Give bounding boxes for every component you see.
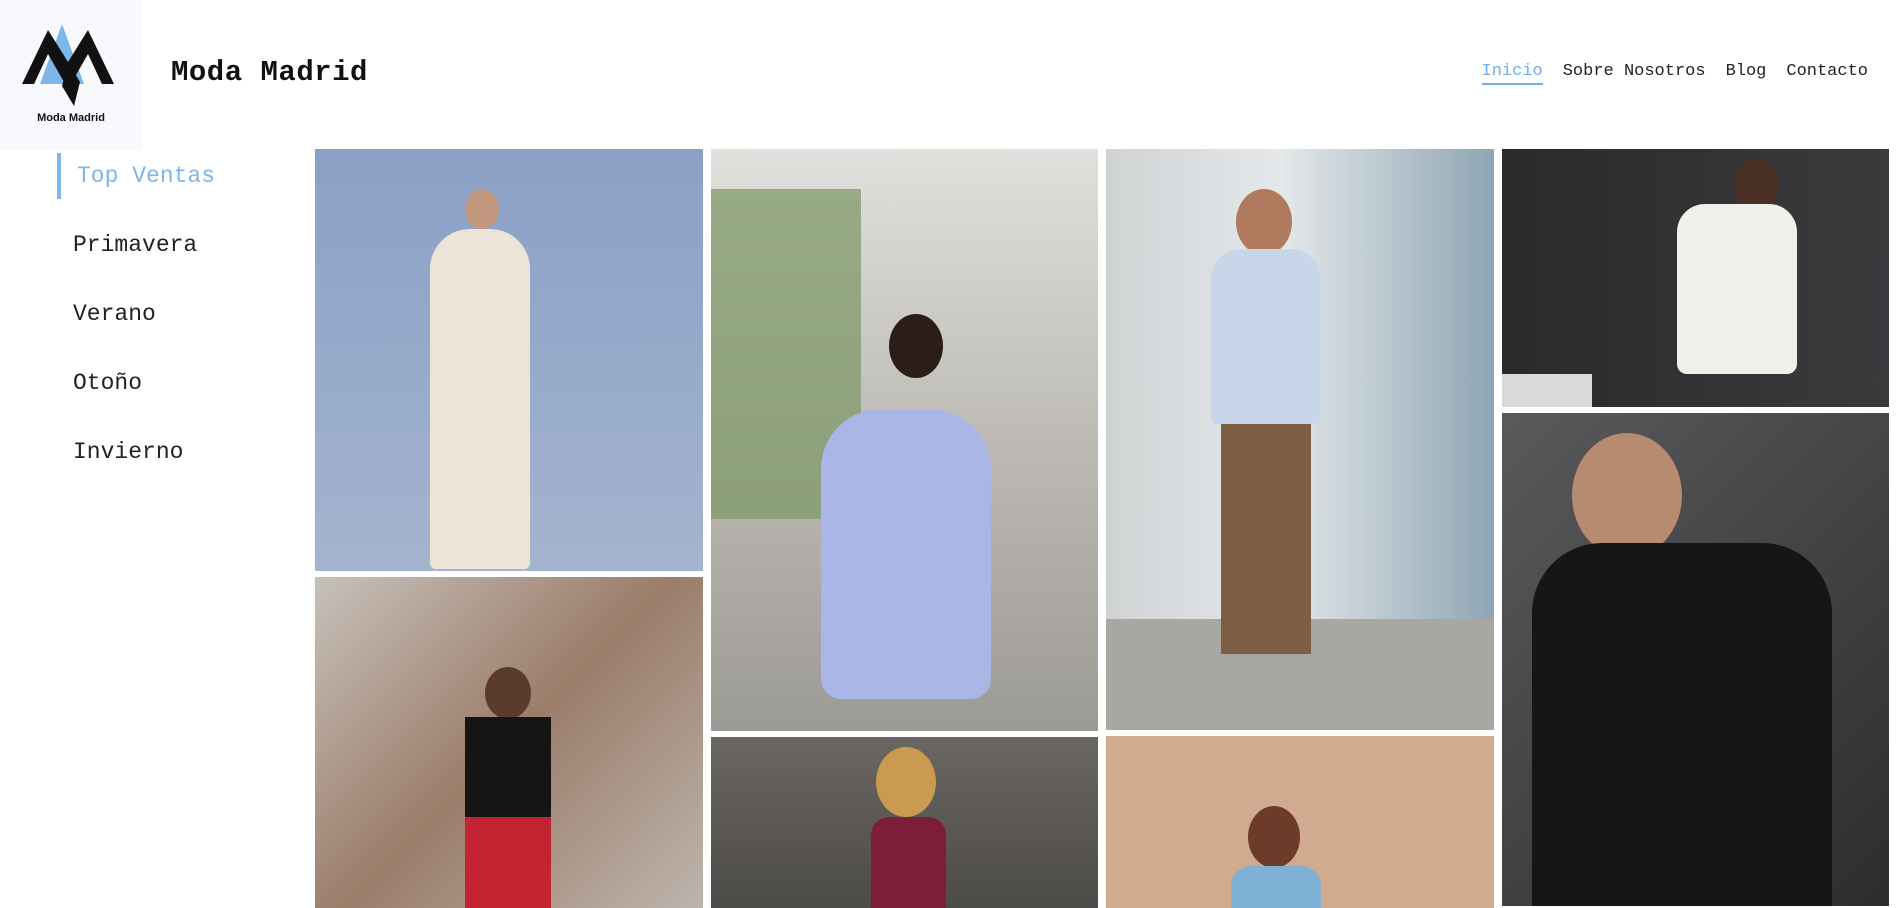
nav-link-contacto[interactable]: Contacto — [1786, 62, 1868, 85]
sidebar-item-primavera[interactable]: Primavera — [57, 222, 287, 268]
nav-link-blog[interactable]: Blog — [1726, 62, 1767, 85]
photo-woman-lilac-dress-street[interactable] — [711, 149, 1098, 731]
photo-woman-white-knit-dress[interactable] — [1502, 149, 1889, 407]
photo-woman-strapless-dress-stone[interactable] — [711, 737, 1098, 908]
site-title[interactable]: Moda Madrid — [171, 56, 368, 89]
nav-link-sobre-nosotros[interactable]: Sobre Nosotros — [1563, 62, 1706, 85]
top-nav: Inicio Sobre Nosotros Blog Contacto — [1481, 62, 1868, 85]
category-sidebar: Top Ventas Primavera Verano Otoño Invier… — [57, 153, 287, 498]
photo-woman-sunglasses-beige[interactable] — [1106, 736, 1494, 908]
photo-woman-floral-dress-sky[interactable] — [315, 149, 703, 571]
photo-man-blue-shirt-railing[interactable] — [1106, 149, 1494, 730]
sidebar-item-verano[interactable]: Verano — [57, 291, 287, 337]
logo[interactable]: Moda Madrid — [0, 0, 142, 150]
sidebar-item-invierno[interactable]: Invierno — [57, 429, 287, 475]
logo-text: Moda Madrid — [37, 112, 105, 124]
photo-woman-black-top-stairs[interactable] — [315, 577, 703, 908]
photo-man-leather-jacket[interactable] — [1502, 413, 1889, 906]
sidebar-item-otono[interactable]: Otoño — [57, 360, 287, 406]
sidebar-item-top-ventas[interactable]: Top Ventas — [57, 153, 287, 199]
logo-mark-icon — [22, 24, 114, 106]
nav-link-inicio[interactable]: Inicio — [1481, 62, 1543, 85]
